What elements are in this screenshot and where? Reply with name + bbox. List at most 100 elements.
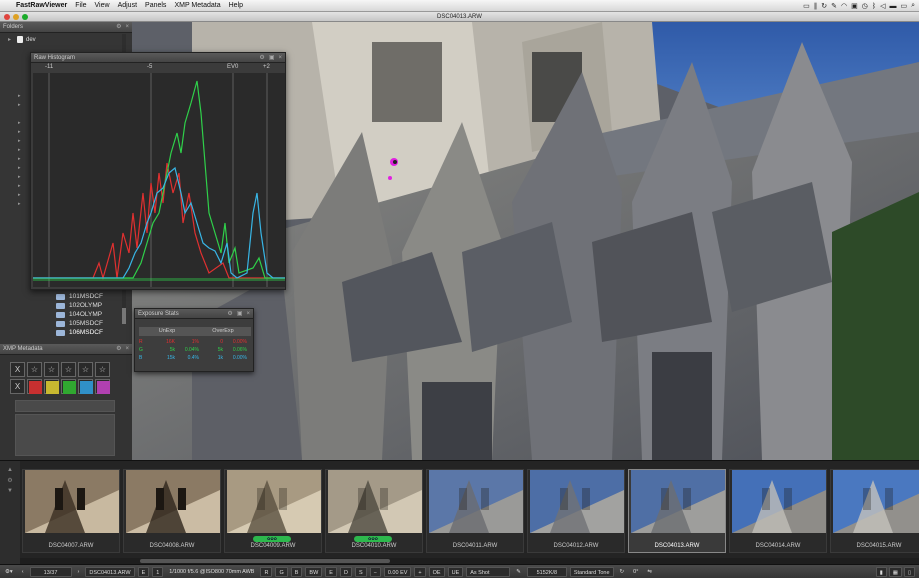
- app-menu[interactable]: FastRawViewer: [16, 2, 67, 9]
- temperature-field[interactable]: 5152K/8: [526, 566, 567, 577]
- star-4-button[interactable]: ☆: [78, 362, 93, 377]
- expand-icon[interactable]: ▼: [0, 488, 20, 494]
- gear-icon[interactable]: ⚙▾: [2, 567, 16, 577]
- folder-row-root[interactable]: ▸ dev: [8, 35, 36, 44]
- filmstrip-thumbnail[interactable]: DSC04014.ARW: [729, 469, 827, 553]
- clear-label-button[interactable]: X: [10, 379, 25, 394]
- folder-row-selected[interactable]: 106MSDCF: [56, 328, 103, 337]
- eyedropper-icon[interactable]: ✎: [513, 567, 524, 577]
- gear-icon[interactable]: ⚙: [259, 53, 264, 63]
- bluetooth-icon[interactable]: ᛒ: [872, 3, 876, 10]
- label-red-button[interactable]: [27, 379, 42, 394]
- menu-view[interactable]: View: [95, 2, 110, 9]
- clock-icon[interactable]: ◷: [862, 2, 868, 10]
- layout-grid-icon[interactable]: ▦: [888, 567, 902, 577]
- filmstrip-thumbnail[interactable]: ✿✿✿ DSC04010.ARW: [325, 469, 423, 553]
- rotate-icon[interactable]: ↻: [617, 567, 628, 577]
- gear-icon[interactable]: ⚙: [0, 477, 20, 484]
- tool-icon[interactable]: ✎: [831, 2, 837, 10]
- battery-icon[interactable]: ▭: [900, 2, 907, 10]
- filmstrip-thumbnail[interactable]: ✿✿✿ DSC04009.ARW: [224, 469, 322, 553]
- raw-histogram-panel[interactable]: Raw Histogram ⚙ ▣ × -11 -5 EV0 +2: [30, 52, 286, 290]
- star-1-button[interactable]: ☆: [27, 362, 42, 377]
- flip-icon[interactable]: ⇋: [644, 567, 655, 577]
- layout-compare-icon[interactable]: ▯: [903, 567, 915, 577]
- wifi-icon[interactable]: ◠: [841, 2, 847, 10]
- nav-counter[interactable]: 13/37: [29, 566, 72, 577]
- filmstrip-scrollbar-thumb[interactable]: [140, 559, 390, 563]
- ev-plus-button[interactable]: +: [414, 566, 426, 577]
- channel-r-button[interactable]: R: [260, 566, 273, 577]
- star-3-button[interactable]: ☆: [61, 362, 76, 377]
- chevron-right-icon[interactable]: ▸: [8, 36, 14, 43]
- camera-icon[interactable]: ▭: [803, 2, 810, 10]
- star-2-button[interactable]: ☆: [44, 362, 59, 377]
- close-icon[interactable]: ×: [246, 309, 250, 319]
- filmstrip-thumbnail[interactable]: DSC04013.ARW: [628, 469, 726, 553]
- filmstrip-thumbnail[interactable]: DSC04012.ARW: [527, 469, 625, 553]
- search-icon[interactable]: ⌕: [911, 2, 915, 10]
- folder-row[interactable]: 105MSDCF: [56, 319, 103, 328]
- tone-curve-select[interactable]: Standard Tone: [569, 566, 614, 577]
- folder-row[interactable]: 104OLYMP: [56, 310, 102, 319]
- sync-icon[interactable]: ↻: [821, 2, 827, 10]
- star-5-button[interactable]: ☆: [95, 362, 110, 377]
- gear-icon[interactable]: ⚙: [116, 22, 121, 33]
- detach-icon[interactable]: ▣: [237, 309, 243, 319]
- menu-panels[interactable]: Panels: [145, 2, 166, 9]
- close-icon[interactable]: ×: [125, 22, 129, 33]
- flag-icon[interactable]: ▬: [889, 3, 896, 10]
- close-icon[interactable]: ×: [278, 53, 282, 63]
- ev-minus-button[interactable]: −: [369, 566, 381, 577]
- detach-icon[interactable]: ▣: [269, 53, 275, 63]
- channel-bw-button[interactable]: BW: [305, 566, 323, 577]
- label-blue-button[interactable]: [78, 379, 93, 394]
- folder-row[interactable]: 101MSDCF: [56, 292, 103, 301]
- monitor-icon[interactable]: ▣: [851, 2, 858, 10]
- filmstrip-thumbnail[interactable]: DSC04015.ARW: [830, 469, 919, 553]
- one-to-one-button[interactable]: 1: [152, 566, 164, 577]
- s-button[interactable]: S: [354, 566, 367, 577]
- menu-xmp-metadata[interactable]: XMP Metadata: [174, 2, 220, 9]
- bars-icon[interactable]: ∥: [814, 2, 818, 10]
- prev-arrow-icon[interactable]: ‹: [19, 567, 27, 577]
- gear-icon[interactable]: ⚙: [227, 309, 232, 319]
- window-controls: [4, 14, 28, 20]
- xmp-description-field[interactable]: [15, 414, 115, 456]
- volume-icon[interactable]: ◁: [880, 2, 885, 10]
- ue-button[interactable]: UE: [447, 566, 464, 577]
- exposure-stats-panel[interactable]: Exposure Stats ⚙ ▣ × UnExp OverExp R 16K 1…: [134, 308, 254, 372]
- reject-button[interactable]: X: [10, 362, 25, 377]
- filmstrip-thumbnail[interactable]: DSC04008.ARW: [123, 469, 221, 553]
- channel-g-button[interactable]: G: [275, 566, 288, 577]
- ev-value[interactable]: 0.00 EV: [383, 566, 412, 577]
- folder-row[interactable]: 102OLYMP: [56, 301, 102, 310]
- menu-adjust[interactable]: Adjust: [118, 2, 137, 9]
- oe-button[interactable]: OE: [428, 566, 445, 577]
- label-yellow-button[interactable]: [44, 379, 59, 394]
- filmstrip-thumbnail[interactable]: DSC04011.ARW: [426, 469, 524, 553]
- white-balance-select[interactable]: As Shot: [466, 566, 511, 577]
- folders-scrollbar-thumb[interactable]: [122, 308, 126, 324]
- menu-file[interactable]: File: [75, 2, 86, 9]
- zoom-icon[interactable]: [22, 14, 28, 20]
- gear-icon[interactable]: ⚙: [116, 344, 121, 355]
- window-titlebar: DSC04013.ARW: [0, 12, 919, 22]
- next-arrow-icon[interactable]: ›: [75, 567, 83, 577]
- label-purple-button[interactable]: [95, 379, 110, 394]
- thumbnail-image: [126, 470, 220, 533]
- collapse-icon[interactable]: ▲: [0, 467, 20, 473]
- filename-field[interactable]: DSC04013.ARW: [85, 566, 135, 577]
- e-button[interactable]: E: [137, 566, 150, 577]
- label-green-button[interactable]: [61, 379, 76, 394]
- channel-b-button[interactable]: B: [290, 566, 303, 577]
- e-button-2[interactable]: E: [325, 566, 337, 577]
- close-icon[interactable]: ×: [125, 344, 129, 355]
- xmp-title-field[interactable]: [15, 400, 115, 412]
- filmstrip-thumbnail[interactable]: DSC04007.ARW: [22, 469, 120, 553]
- d-button[interactable]: D: [339, 566, 352, 577]
- menu-help[interactable]: Help: [229, 2, 243, 9]
- layout-single-icon[interactable]: ▮: [875, 567, 887, 577]
- minimize-icon[interactable]: [13, 14, 19, 20]
- close-icon[interactable]: [4, 14, 10, 20]
